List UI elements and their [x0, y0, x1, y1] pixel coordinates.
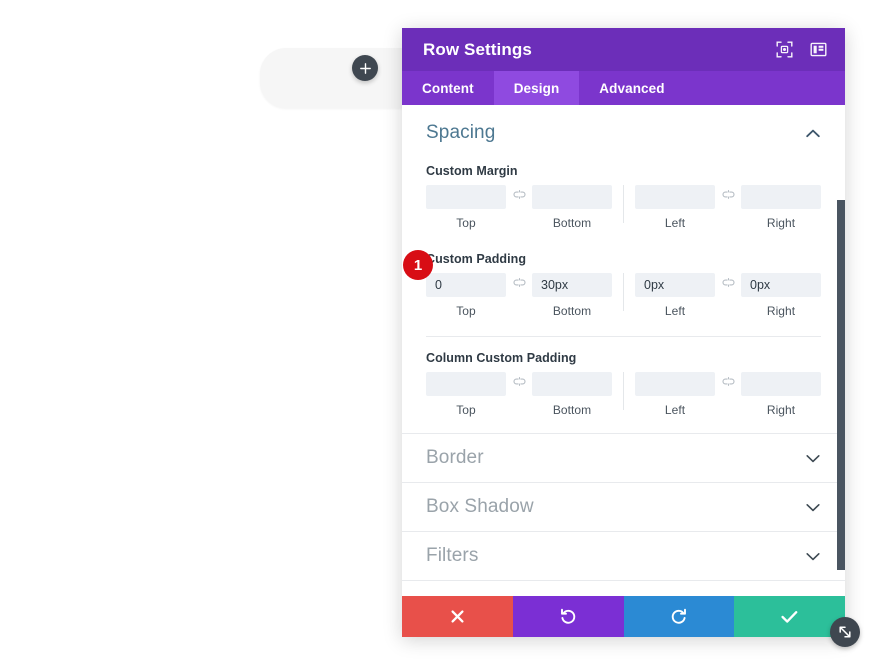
custom-margin-fields: Top Bottom Left Right [426, 185, 821, 230]
custom-margin-top-caption: Top [456, 216, 476, 230]
column-padding-top: Top [426, 372, 506, 417]
column-padding-left-input[interactable] [635, 372, 715, 396]
column-padding-left-caption: Left [664, 403, 686, 417]
custom-margin-top-input[interactable] [426, 185, 506, 209]
custom-padding-right-caption: Right [766, 304, 796, 318]
custom-margin-label: Custom Margin [426, 164, 518, 178]
group-custom-padding: Custom Padding Top [426, 252, 821, 318]
checkmark-icon [781, 610, 798, 624]
redo-button[interactable] [623, 596, 735, 637]
section-spacing: Spacing Custom Margin Top Bottom Left Ri… [402, 105, 845, 433]
column-custom-padding-label: Column Custom Padding [426, 351, 577, 365]
modal-footer [402, 596, 845, 637]
column-padding-left: Left [635, 372, 715, 417]
custom-padding-top-caption: Top [456, 304, 476, 318]
custom-padding-bottom: Bottom [532, 273, 612, 318]
section-spacing-header[interactable]: Spacing [426, 105, 821, 156]
divider [426, 336, 821, 337]
add-module-button[interactable] [352, 55, 378, 81]
redo-icon [670, 608, 687, 625]
custom-margin-left-input[interactable] [635, 185, 715, 209]
custom-padding-left: Left [635, 273, 715, 318]
section-border-title: Border [426, 447, 484, 468]
custom-margin-right-input[interactable] [741, 185, 821, 209]
cancel-button[interactable] [402, 596, 513, 637]
chevron-down-icon[interactable] [805, 548, 821, 564]
custom-padding-top-input[interactable] [426, 273, 506, 297]
section-filters-title: Filters [426, 545, 479, 566]
section-animation[interactable]: Animation [402, 580, 845, 596]
chevron-down-icon[interactable] [805, 450, 821, 466]
section-animation-title: Animation [426, 594, 805, 596]
custom-margin-bottom-caption: Bottom [552, 216, 592, 230]
chevron-up-icon[interactable] [805, 125, 821, 141]
divider [623, 273, 624, 311]
broken-link-icon[interactable] [715, 372, 741, 396]
section-box-shadow-title: Box Shadow [426, 496, 534, 517]
column-padding-right: Right [741, 372, 821, 417]
row-settings-modal: Row Settings Content Design Advanced Spa… [402, 28, 845, 637]
tab-design[interactable]: Design [493, 71, 580, 105]
modal-tabs: Content Design Advanced [402, 71, 845, 105]
custom-margin-bottom: Bottom [532, 185, 612, 230]
custom-padding-right: Right [741, 273, 821, 318]
divider [623, 372, 624, 410]
custom-padding-right-input[interactable] [741, 273, 821, 297]
section-border[interactable]: Border [402, 433, 845, 482]
broken-link-icon[interactable] [715, 185, 741, 209]
group-column-custom-padding: Column Custom Padding Top Bottom Left Ri… [426, 351, 821, 417]
tab-content[interactable]: Content [402, 71, 494, 105]
settings-scroll-area: Spacing Custom Margin Top Bottom Left Ri… [402, 105, 845, 596]
plus-icon [359, 62, 371, 74]
chevron-down-icon[interactable] [805, 499, 821, 515]
section-filters[interactable]: Filters [402, 531, 845, 580]
modal-header-actions [775, 41, 827, 59]
section-spacing-title: Spacing [426, 122, 496, 143]
custom-margin-left-caption: Left [664, 216, 686, 230]
custom-padding-left-input[interactable] [635, 273, 715, 297]
custom-padding-fields: Top [426, 273, 821, 318]
custom-padding-top: Top [426, 273, 506, 318]
broken-link-icon[interactable] [715, 273, 741, 297]
focus-target-icon[interactable] [775, 41, 793, 59]
custom-margin-right: Right [741, 185, 821, 230]
column-padding-right-input[interactable] [741, 372, 821, 396]
custom-padding-bottom-caption: Bottom [552, 304, 592, 318]
page-title: Row Settings [423, 39, 532, 59]
column-custom-padding-fields: Top Bottom Left Right [426, 372, 821, 417]
close-x-icon [450, 609, 465, 624]
section-box-shadow[interactable]: Box Shadow [402, 482, 845, 531]
custom-padding-label: Custom Padding [426, 252, 527, 266]
undo-icon [560, 608, 577, 625]
save-button[interactable] [734, 596, 845, 637]
resize-handle[interactable] [830, 617, 860, 647]
group-custom-margin: Custom Margin Top Bottom Left Right [426, 164, 821, 230]
broken-link-icon[interactable] [506, 372, 532, 396]
broken-link-icon[interactable] [506, 185, 532, 209]
custom-margin-top: Top [426, 185, 506, 230]
modal-body: Spacing Custom Margin Top Bottom Left Ri… [402, 105, 845, 596]
broken-link-icon[interactable] [506, 273, 532, 297]
custom-padding-bottom-input[interactable] [532, 273, 612, 297]
custom-margin-right-caption: Right [766, 216, 796, 230]
column-padding-right-caption: Right [766, 403, 796, 417]
annotation-badge-1: 1 [403, 250, 433, 280]
undo-button[interactable] [512, 596, 624, 637]
column-padding-bottom-input[interactable] [532, 372, 612, 396]
custom-padding-left-caption: Left [664, 304, 686, 318]
column-padding-bottom-caption: Bottom [552, 403, 592, 417]
modal-header: Row Settings [402, 28, 845, 71]
screen: Row Settings Content Design Advanced Spa… [0, 0, 880, 668]
scrollbar-track[interactable] [832, 105, 845, 596]
panel-layout-icon[interactable] [809, 41, 827, 59]
column-padding-bottom: Bottom [532, 372, 612, 417]
column-padding-top-input[interactable] [426, 372, 506, 396]
divider [623, 185, 624, 223]
custom-margin-bottom-input[interactable] [532, 185, 612, 209]
scrollbar-thumb[interactable] [837, 200, 845, 570]
tab-advanced[interactable]: Advanced [579, 71, 684, 105]
resize-diagonal-icon [837, 624, 853, 640]
custom-margin-left: Left [635, 185, 715, 230]
column-padding-top-caption: Top [456, 403, 476, 417]
